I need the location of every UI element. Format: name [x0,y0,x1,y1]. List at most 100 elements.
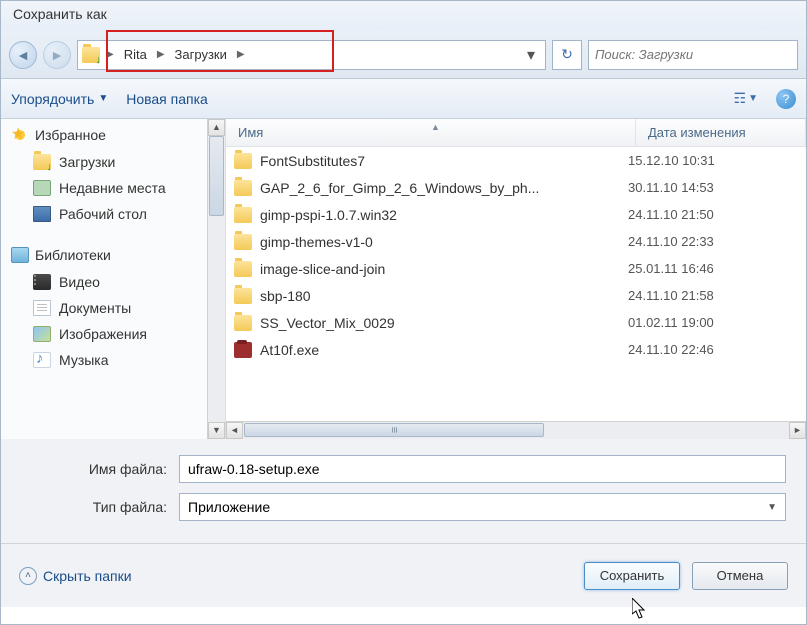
file-date: 01.02.11 19:00 [628,315,798,330]
view-icon: ☶ [734,90,747,107]
file-list: Имя ▲ Дата изменения FontSubstitutes715.… [226,119,806,439]
pictures-icon [33,326,51,342]
star-icon [11,127,29,143]
downloads-icon [33,154,51,170]
chevron-down-icon: ▼ [748,93,758,104]
document-icon [33,300,51,316]
organize-button[interactable]: Упорядочить ▼ [11,91,108,107]
breadcrumb-seg-downloads[interactable]: Загрузки [167,41,235,69]
chevron-down-icon: ▼ [98,93,108,104]
sidebar-item-videos[interactable]: Видео [1,269,225,295]
file-rows: FontSubstitutes715.12.10 10:31GAP_2_6_fo… [226,147,806,421]
nav-back-button[interactable]: ◄ [9,41,37,69]
toolbar: Упорядочить ▼ Новая папка ☶ ▼ ? [1,79,806,119]
file-date: 24.11.10 21:50 [628,207,798,222]
file-date: 24.11.10 22:33 [628,234,798,249]
recent-icon [33,180,51,196]
save-button[interactable]: Сохранить [584,562,680,590]
sort-indicator-icon: ▲ [431,122,440,132]
sidebar-favorites-header[interactable]: Избранное [1,121,225,149]
folder-icon [234,315,252,331]
file-date: 15.12.10 10:31 [628,153,798,168]
file-name: FontSubstitutes7 [260,153,628,169]
file-name: gimp-pspi-1.0.7.win32 [260,207,628,223]
file-name: At10f.exe [260,342,628,358]
sidebar-item-recent[interactable]: Недавние места [1,175,225,201]
filetype-label: Тип файла: [21,499,179,515]
file-row[interactable]: At10f.exe24.11.10 22:46 [226,336,806,363]
search-box[interactable] [588,40,798,70]
chevron-right-icon[interactable]: ▶ [155,49,167,60]
titlebar: Сохранить как [1,1,806,31]
hide-folders-button[interactable]: ˄ Скрыть папки [19,567,132,585]
sidebar-item-pictures[interactable]: Изображения [1,321,225,347]
video-icon [33,274,51,290]
horizontal-scrollbar[interactable]: ◄ ► [226,421,806,439]
body-area: Избранное Загрузки Недавние места Рабочи… [1,119,806,439]
sidebar-item-music[interactable]: Музыка [1,347,225,373]
filename-label: Имя файла: [21,461,179,477]
file-name: gimp-themes-v1-0 [260,234,628,250]
nav-bar: ◄ ► ▶ Rita ▶ Загрузки ▶ ▾ ↻ [1,31,806,79]
file-name: image-slice-and-join [260,261,628,277]
file-row[interactable]: image-slice-and-join25.01.11 16:46 [226,255,806,282]
sidebar-item-documents[interactable]: Документы [1,295,225,321]
footer: ˄ Скрыть папки Сохранить Отмена [1,543,806,607]
cancel-button[interactable]: Отмена [692,562,788,590]
file-row[interactable]: GAP_2_6_for_Gimp_2_6_Windows_by_ph...30.… [226,174,806,201]
filename-input[interactable] [179,455,786,483]
file-date: 24.11.10 21:58 [628,288,798,303]
desktop-icon [33,206,51,222]
file-row[interactable]: gimp-pspi-1.0.7.win3224.11.10 21:50 [226,201,806,228]
file-row[interactable]: SS_Vector_Mix_002901.02.11 19:00 [226,309,806,336]
scroll-left-icon[interactable]: ◄ [226,422,243,439]
folder-icon [82,47,100,63]
file-row[interactable]: FontSubstitutes715.12.10 10:31 [226,147,806,174]
file-date: 30.11.10 14:53 [628,180,798,195]
folder-icon [234,288,252,304]
folder-icon [234,180,252,196]
breadcrumb-dropdown[interactable]: ▾ [521,45,541,65]
chevron-down-icon: ▼ [767,502,777,513]
scroll-down-icon[interactable]: ▼ [208,422,225,439]
folder-icon [234,234,252,250]
file-row[interactable]: sbp-18024.11.10 21:58 [226,282,806,309]
chevron-up-icon: ˄ [19,567,37,585]
sidebar-item-desktop[interactable]: Рабочий стол [1,201,225,227]
filetype-select[interactable]: Приложение ▼ [179,493,786,521]
column-name[interactable]: Имя ▲ [226,119,636,146]
scroll-thumb[interactable] [209,136,224,216]
music-icon [33,352,51,368]
folder-icon [234,207,252,223]
breadcrumb-seg-rita[interactable]: Rita [116,41,155,69]
help-button[interactable]: ? [776,89,796,109]
folder-icon [234,153,252,169]
scroll-thumb[interactable] [244,423,544,437]
chevron-right-icon[interactable]: ▶ [235,49,247,60]
sidebar-scrollbar[interactable]: ▲ ▼ [207,119,225,439]
scroll-up-icon[interactable]: ▲ [208,119,225,136]
file-name: GAP_2_6_for_Gimp_2_6_Windows_by_ph... [260,180,628,196]
chevron-right-icon[interactable]: ▶ [104,49,116,60]
breadcrumb-bar[interactable]: ▶ Rita ▶ Загрузки ▶ ▾ [77,40,546,70]
scroll-right-icon[interactable]: ► [789,422,806,439]
file-list-header: Имя ▲ Дата изменения [226,119,806,147]
new-folder-button[interactable]: Новая папка [126,91,208,107]
sidebar-item-downloads[interactable]: Загрузки [1,149,225,175]
form-area: Имя файла: Тип файла: Приложение ▼ [1,439,806,543]
file-row[interactable]: gimp-themes-v1-024.11.10 22:33 [226,228,806,255]
nav-forward-button[interactable]: ► [43,41,71,69]
sidebar-libraries-header[interactable]: Библиотеки [1,241,225,269]
dialog-title: Сохранить как [13,6,107,22]
exe-icon [234,342,252,358]
libraries-icon [11,247,29,263]
sidebar: Избранное Загрузки Недавние места Рабочи… [1,119,226,439]
search-input[interactable] [595,47,791,62]
file-date: 24.11.10 22:46 [628,342,798,357]
file-date: 25.01.11 16:46 [628,261,798,276]
view-mode-button[interactable]: ☶ ▼ [734,90,758,107]
refresh-button[interactable]: ↻ [552,40,582,70]
folder-icon [234,261,252,277]
save-as-dialog: Сохранить как ◄ ► ▶ Rita ▶ Загрузки ▶ ▾ … [0,0,807,625]
column-date[interactable]: Дата изменения [636,119,806,146]
